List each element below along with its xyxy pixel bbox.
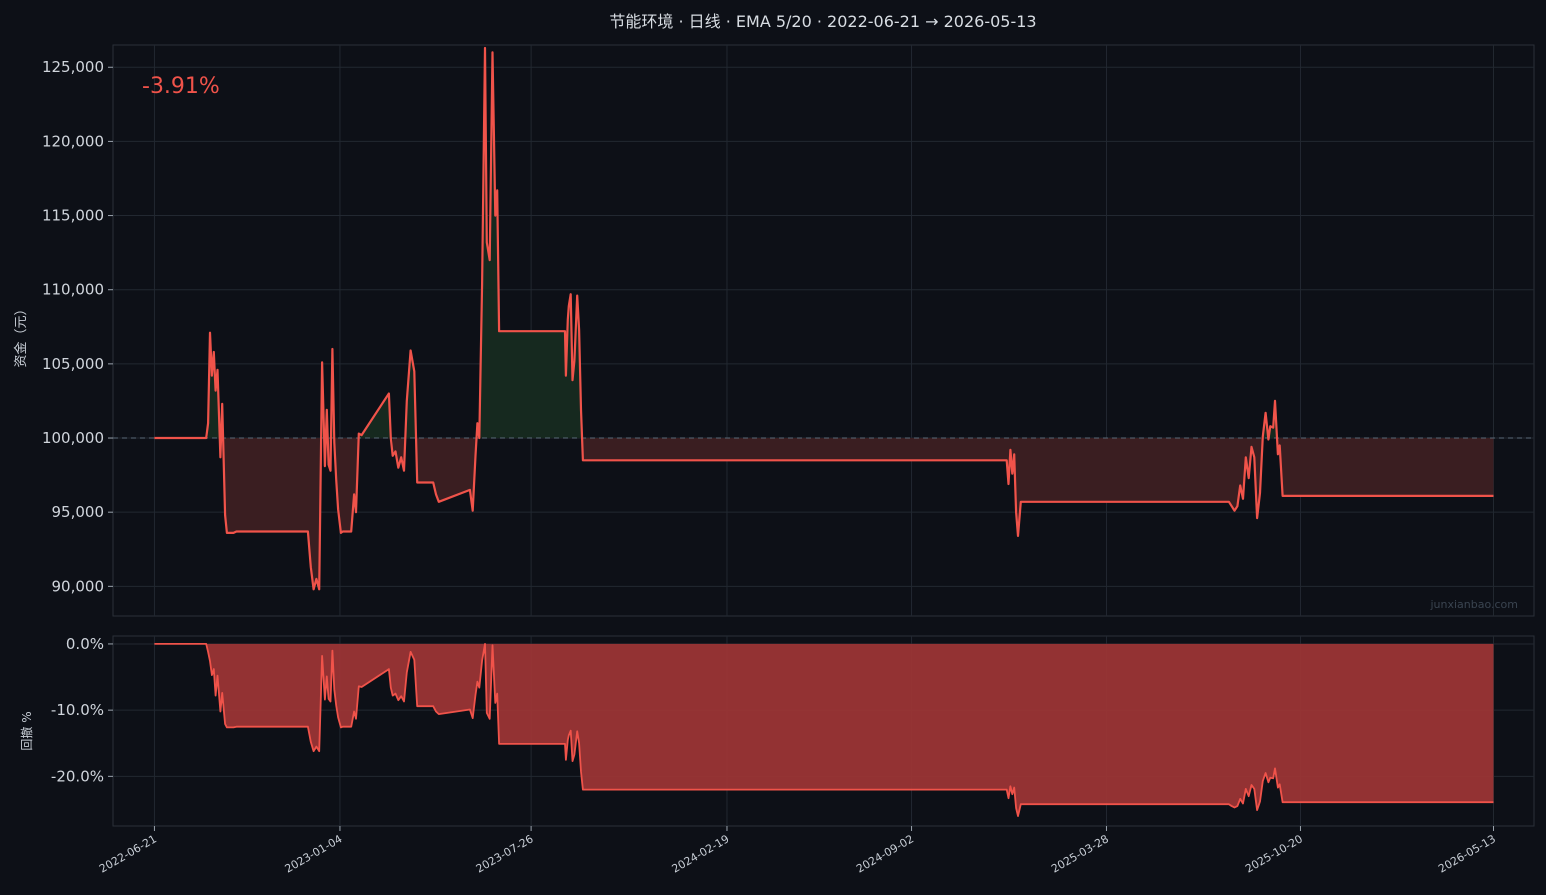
y-tick-label: -20.0% <box>51 767 104 785</box>
drawdown-y-axis-label: 回撤 % <box>19 711 34 750</box>
chart-title: 节能环境 · 日线 · EMA 5/20 · 2022-06-21 → 2026… <box>609 12 1036 31</box>
y-tick-label: 90,000 <box>52 577 105 595</box>
equity-y-axis-label: 资金（元） <box>13 302 29 367</box>
y-tick-label: 110,000 <box>42 281 104 299</box>
return-annotation: -3.91% <box>142 74 220 99</box>
y-tick-label: 120,000 <box>42 132 104 150</box>
drawdown-panel: 0.0% -10.0% -20.0% 回撤 % <box>19 635 1535 827</box>
equity-panel-frame <box>112 44 1535 617</box>
y-tick-label: 115,000 <box>42 207 104 225</box>
y-tick-label: 125,000 <box>42 58 104 76</box>
equity-drawdown-chart: 节能环境 · 日线 · EMA 5/20 · 2022-06-21 → 2026… <box>0 0 1546 895</box>
watermark: junxianbao.com <box>1429 598 1518 611</box>
loss-area <box>1277 438 1494 496</box>
y-tick-label: 0.0% <box>66 635 104 653</box>
y-tick-label: 105,000 <box>42 355 104 373</box>
equity-panel: 90,000 95,000 100,000 105,000 110,000 115,000… <box>13 44 1535 617</box>
y-tick-label: 100,000 <box>42 429 104 447</box>
y-tick-label: -10.0% <box>51 701 104 719</box>
y-tick-label: 95,000 <box>52 503 105 521</box>
